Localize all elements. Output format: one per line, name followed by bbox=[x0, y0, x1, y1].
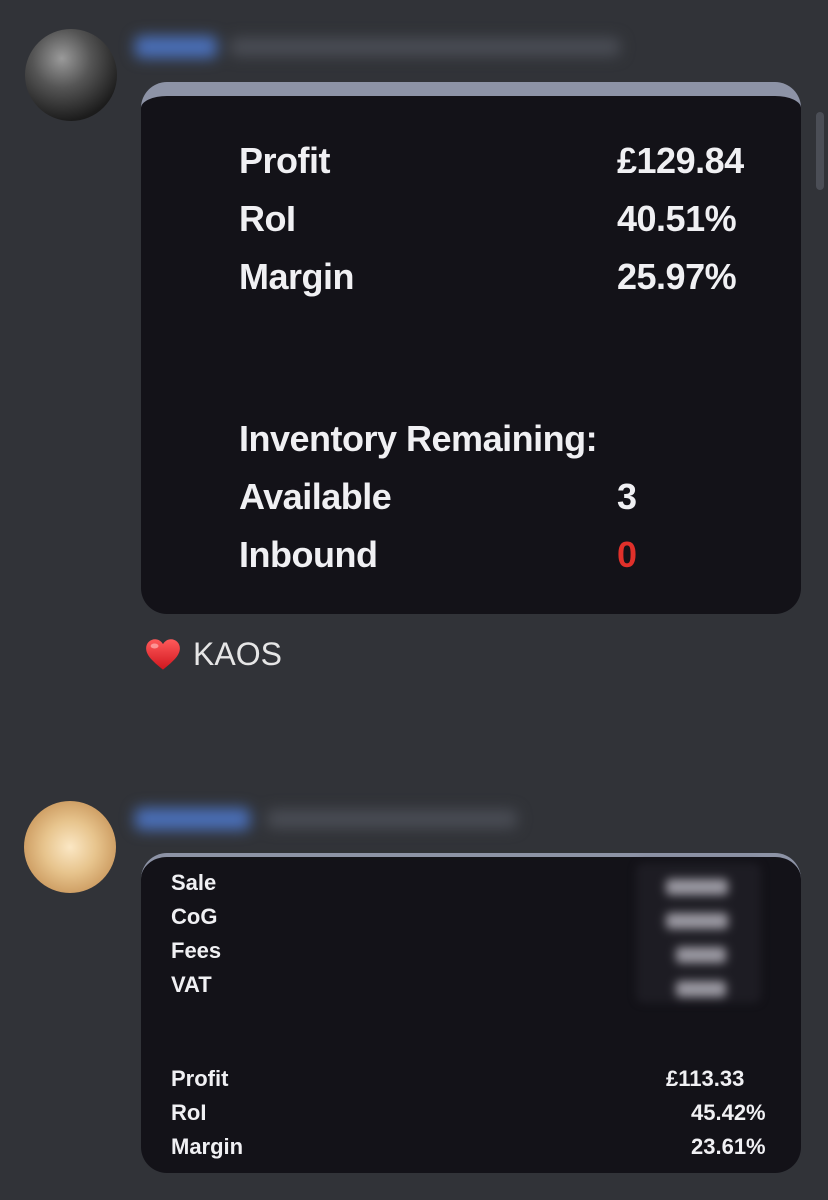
reaction-text: KAOS bbox=[193, 636, 282, 672]
vat-label: VAT bbox=[171, 972, 212, 997]
profit-summary-image[interactable]: Profit £129.84 RoI 40.51% Margin 25.97% … bbox=[141, 82, 801, 614]
redacted-values bbox=[636, 863, 761, 1003]
message-header-redacted bbox=[135, 802, 625, 836]
profit-label: Profit bbox=[239, 140, 331, 181]
profit-value: £129.84 bbox=[617, 140, 744, 181]
inventory-title: Inventory Remaining: bbox=[239, 418, 598, 459]
heart-icon bbox=[146, 638, 180, 670]
scrollbar[interactable] bbox=[816, 112, 824, 190]
sale-label: Sale bbox=[171, 870, 217, 895]
roi-value: 40.51% bbox=[617, 198, 737, 239]
margin-value: 23.61% bbox=[691, 1134, 766, 1159]
sale-breakdown-image[interactable]: Sale CoG Fees VAT Profit £113.33 RoI 45.… bbox=[141, 853, 801, 1173]
roi-label: RoI bbox=[171, 1100, 207, 1125]
roi-label: RoI bbox=[239, 198, 296, 239]
message-header-redacted bbox=[135, 30, 625, 64]
margin-label: Margin bbox=[239, 256, 355, 297]
inbound-label: Inbound bbox=[239, 534, 378, 575]
reaction-line[interactable]: KAOS bbox=[145, 636, 282, 673]
fees-label: Fees bbox=[171, 938, 222, 963]
available-value: 3 bbox=[617, 476, 637, 517]
margin-label: Margin bbox=[171, 1134, 244, 1159]
roi-value: 45.42% bbox=[691, 1100, 766, 1125]
inbound-value: 0 bbox=[617, 534, 637, 575]
available-label: Available bbox=[239, 476, 392, 517]
avatar[interactable] bbox=[24, 801, 116, 893]
profit-label: Profit bbox=[171, 1066, 229, 1091]
avatar[interactable] bbox=[25, 29, 117, 121]
profit-value: £113.33 bbox=[666, 1066, 745, 1091]
cog-label: CoG bbox=[171, 904, 218, 929]
chat-view: Profit £129.84 RoI 40.51% Margin 25.97% … bbox=[0, 0, 828, 1200]
margin-value: 25.97% bbox=[617, 256, 737, 297]
